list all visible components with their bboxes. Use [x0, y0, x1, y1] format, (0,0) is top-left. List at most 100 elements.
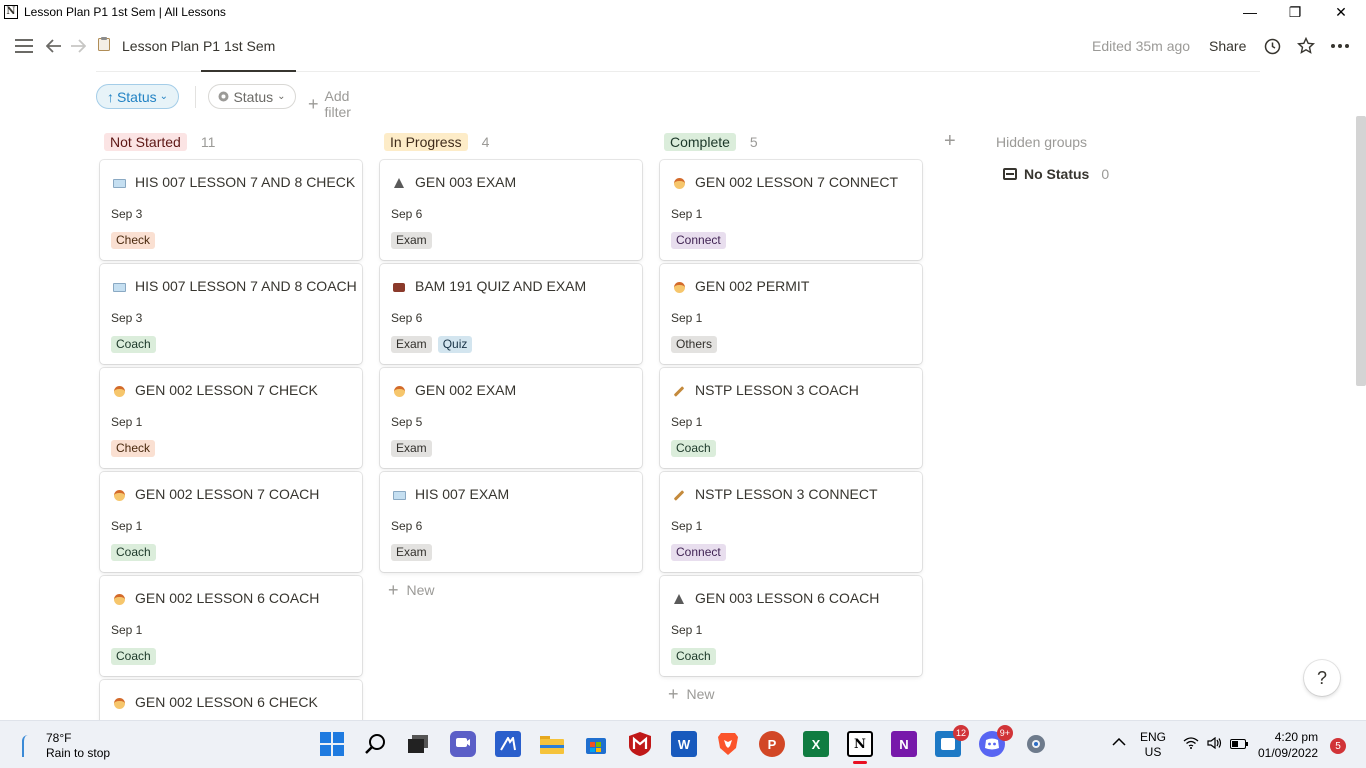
card-title: BAM 191 QUIZ AND EXAM [415, 278, 587, 294]
card-date: Sep 3 [111, 311, 143, 325]
card-title: HIS 007 LESSON 7 AND 8 COACH [135, 278, 357, 294]
add-group-plus-icon[interactable]: + [944, 130, 956, 153]
column-header-in-progress[interactable]: In Progress 4 [384, 132, 489, 152]
face-icon [671, 279, 687, 295]
face-icon [111, 591, 127, 607]
tag-quiz: Quiz [437, 336, 473, 353]
tag-coach: Coach [671, 648, 716, 665]
page-title[interactable]: Lesson Plan P1 1st Sem [122, 38, 275, 54]
notion-app-icon[interactable]: N [847, 731, 873, 757]
card-title: GEN 003 EXAM [415, 174, 517, 190]
app-icon[interactable] [495, 731, 521, 757]
notion-topbar: Lesson Plan P1 1st Sem Edited 35m ago Sh… [0, 26, 1366, 66]
wifi-icon[interactable] [1183, 737, 1199, 752]
settings-gear-icon[interactable] [1023, 731, 1049, 757]
arrow-up-icon: ↑ [106, 88, 114, 105]
new-card-button[interactable]: + New [380, 576, 642, 604]
windows-start-icon[interactable] [319, 731, 345, 757]
column-header-not-started[interactable]: Not Started 11 [104, 132, 215, 152]
brave-browser-icon[interactable] [715, 731, 741, 757]
mcafee-icon[interactable] [627, 731, 653, 757]
book-icon [111, 279, 127, 295]
discord-icon[interactable]: 9+ [979, 725, 1013, 757]
new-card-button[interactable]: + New [660, 680, 922, 708]
restore-button[interactable]: ❐ [1272, 0, 1318, 24]
card-title: GEN 002 EXAM [415, 382, 517, 398]
tag-coach: Coach [111, 544, 156, 561]
flask-icon [391, 175, 407, 191]
card-title: GEN 002 LESSON 6 COACH [135, 590, 320, 606]
column-header-complete[interactable]: Complete 5 [664, 132, 758, 152]
card[interactable]: GEN 002 PERMIT Sep 1 Others [660, 264, 922, 364]
volume-icon[interactable] [1207, 736, 1223, 752]
tag-coach: Coach [111, 336, 156, 353]
weather-widget[interactable]: 78°F Rain to stop [22, 731, 110, 761]
card[interactable]: GEN 002 LESSON 6 COACH Sep 1 Coach [100, 576, 362, 676]
vertical-scrollbar[interactable] [1356, 116, 1366, 386]
share-button[interactable]: Share [1209, 38, 1246, 54]
history-clock-icon[interactable] [1262, 36, 1282, 56]
word-icon[interactable]: W [671, 731, 697, 757]
hidden-groups-label: Hidden groups [996, 134, 1088, 150]
card-date: Sep 1 [111, 623, 143, 637]
card[interactable]: HIS 007 LESSON 7 AND 8 CHECK Sep 3 Check [100, 160, 362, 260]
column-not-started: HIS 007 LESSON 7 AND 8 CHECK Sep 3 Check… [100, 160, 362, 768]
card[interactable]: HIS 007 EXAM Sep 6 Exam [380, 472, 642, 572]
favorite-star-icon[interactable] [1296, 36, 1316, 56]
powerpoint-icon[interactable]: P [759, 731, 785, 757]
card[interactable]: GEN 003 LESSON 6 COACH Sep 1 Coach [660, 576, 922, 676]
inbox-icon [1003, 168, 1017, 180]
broom-icon [671, 487, 687, 503]
onenote-icon[interactable]: N [891, 731, 917, 757]
card-title: HIS 007 LESSON 7 AND 8 CHECK [135, 174, 356, 190]
add-filter-button[interactable]: + Add filter [308, 88, 351, 120]
flask-icon [671, 591, 687, 607]
microsoft-store-icon[interactable] [583, 731, 609, 757]
column-count: 5 [749, 134, 758, 150]
card[interactable]: NSTP LESSON 3 COACH Sep 1 Coach [660, 368, 922, 468]
clock-date: 01/09/2022 [1258, 746, 1319, 760]
region-label: US [1144, 745, 1162, 759]
card[interactable]: GEN 002 LESSON 7 CHECK Sep 1 Check [100, 368, 362, 468]
menu-icon[interactable] [14, 36, 34, 56]
card[interactable]: BAM 191 QUIZ AND EXAM Sep 6 Exam Quiz [380, 264, 642, 364]
teams-chat-icon[interactable] [450, 731, 476, 757]
edited-timestamp: Edited 35m ago [1092, 38, 1191, 54]
language-indicator[interactable]: ENG US [1140, 730, 1166, 760]
excel-icon[interactable]: X [803, 731, 829, 757]
filter-status-chip[interactable]: Status ⌄ [208, 84, 296, 109]
forward-arrow-icon[interactable] [68, 36, 88, 56]
status-circle-icon [218, 89, 229, 105]
card-title: GEN 002 PERMIT [695, 278, 810, 294]
back-arrow-icon[interactable] [44, 36, 64, 56]
card-date: Sep 1 [671, 623, 703, 637]
card[interactable]: GEN 002 LESSON 7 COACH Sep 1 Coach [100, 472, 362, 572]
chevron-up-icon[interactable] [1112, 735, 1126, 749]
task-view-icon[interactable] [405, 731, 431, 757]
card-date: Sep 1 [671, 415, 703, 429]
plus-icon: + [388, 579, 399, 600]
sort-status-chip[interactable]: ↑ Status ⌄ [96, 84, 179, 109]
battery-icon[interactable] [1230, 738, 1248, 752]
broom-icon [671, 383, 687, 399]
card[interactable]: GEN 002 LESSON 7 CONNECT Sep 1 Connect [660, 160, 922, 260]
face-icon [111, 695, 127, 711]
clock[interactable]: 4:20 pm 01/09/2022 [1258, 729, 1318, 761]
card-title: GEN 003 LESSON 6 COACH [695, 590, 880, 606]
card-date: Sep 1 [671, 311, 703, 325]
more-options-icon[interactable] [1330, 36, 1350, 56]
notification-badge[interactable]: 5 [1330, 738, 1346, 754]
search-icon[interactable] [363, 731, 389, 757]
minimize-button[interactable]: — [1227, 0, 1273, 24]
face-icon [111, 383, 127, 399]
no-status-group[interactable]: No Status 0 [1003, 166, 1109, 182]
card[interactable]: GEN 003 EXAM Sep 6 Exam [380, 160, 642, 260]
card[interactable]: NSTP LESSON 3 CONNECT Sep 1 Connect [660, 472, 922, 572]
help-button[interactable]: ? [1304, 660, 1340, 696]
card[interactable]: HIS 007 LESSON 7 AND 8 COACH Sep 3 Coach [100, 264, 362, 364]
teams-icon[interactable]: 12 [935, 725, 969, 757]
clipboard-icon [98, 37, 110, 54]
file-explorer-icon[interactable] [539, 731, 565, 757]
card[interactable]: GEN 002 EXAM Sep 5 Exam [380, 368, 642, 468]
close-button[interactable]: ✕ [1318, 0, 1364, 24]
